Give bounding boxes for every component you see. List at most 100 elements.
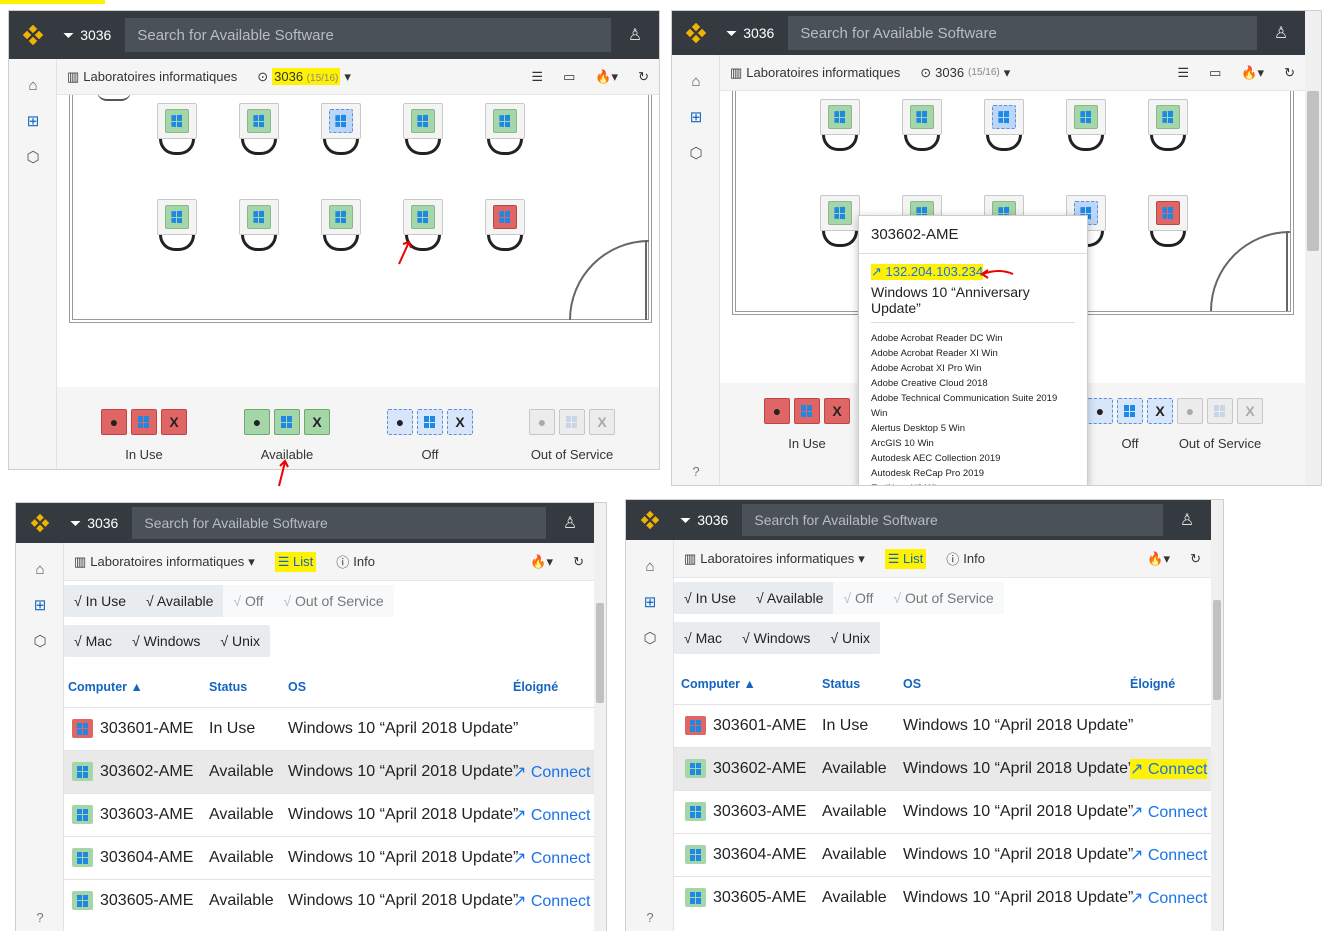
location-dropdown[interactable]: ⊙ 3036 (15/16) ▾ (247, 59, 361, 94)
search-input[interactable]: Search for Available Software (132, 507, 546, 539)
refresh-icon[interactable]: ↻ (628, 59, 659, 94)
list-tab[interactable]: ☰ List (875, 540, 937, 577)
computer-station[interactable] (1146, 99, 1190, 153)
os-filter-chip[interactable]: √ Mac (64, 625, 122, 657)
column-header-os[interactable]: OS (903, 677, 921, 691)
heat-dropdown[interactable]: 🔥▾ (1137, 540, 1180, 577)
toggle-icon[interactable]: ▭ (553, 59, 585, 94)
column-header-os[interactable]: OS (288, 680, 306, 694)
refresh-icon[interactable]: ↻ (1180, 540, 1211, 577)
filter-button[interactable]: ⏷ 3036 (720, 25, 788, 42)
table-row[interactable]: 303603-AME Available Windows 10 “April 201… (64, 793, 594, 836)
filter-button[interactable]: ⏷ 3036 (57, 27, 125, 44)
scrollbar[interactable] (1305, 55, 1321, 485)
column-header-status[interactable]: Status (822, 677, 860, 691)
status-filter-chip[interactable]: √ In Use (674, 582, 746, 614)
computer-station[interactable] (900, 99, 944, 153)
os-filter-chip[interactable]: √ Unix (210, 625, 270, 657)
list-view-icon[interactable]: ☰ (1167, 55, 1199, 90)
computer-station[interactable] (982, 99, 1026, 153)
home-icon[interactable]: ⌂ (626, 548, 674, 584)
connect-link[interactable]: ↗ Connect (1130, 845, 1207, 865)
info-tab[interactable]: ⓘ Info (936, 540, 995, 577)
logo-icon[interactable] (672, 23, 720, 43)
search-input[interactable]: Search for Available Software (742, 504, 1163, 536)
user-icon[interactable]: ♙ (1163, 510, 1211, 530)
scrollbar[interactable] (594, 503, 606, 931)
table-row[interactable]: 303602-AME Available Windows 10 “April 201… (674, 747, 1211, 790)
box-icon[interactable]: ⬡ (9, 139, 57, 175)
status-filter-chip[interactable]: √ In Use (64, 585, 136, 617)
breadcrumb[interactable]: ▥ Laboratoires informatiques (57, 59, 247, 94)
logo-icon[interactable] (9, 25, 57, 45)
filter-button[interactable]: ⏷ 3036 (674, 512, 742, 529)
heat-dropdown[interactable]: 🔥▾ (1231, 55, 1274, 90)
help-icon[interactable]: ? (672, 464, 720, 479)
column-header-computer[interactable]: Computer ▲ (681, 677, 756, 691)
computer-station[interactable] (237, 199, 281, 253)
computer-station[interactable] (319, 199, 363, 253)
connect-link[interactable]: ↗ Connect (513, 762, 590, 782)
software-item[interactable]: Adobe Creative Cloud 2018 (871, 376, 1075, 391)
software-item[interactable]: Adobe Acrobat Reader XI Win (871, 346, 1075, 361)
connect-link[interactable]: ↗ Connect (1130, 888, 1207, 908)
table-row[interactable]: 303605-AME Available Windows 10 “April 201… (674, 876, 1211, 919)
help-icon[interactable]: ? (626, 910, 674, 925)
logo-icon[interactable] (16, 514, 64, 532)
list-tab[interactable]: ☰ List (265, 543, 327, 580)
box-icon[interactable]: ⬡ (626, 620, 674, 656)
software-item[interactable]: Adobe Acrobat Reader DC Win (871, 331, 1075, 346)
computer-station[interactable] (1064, 99, 1108, 153)
logo-icon[interactable] (626, 511, 674, 529)
user-icon[interactable]: ♙ (611, 25, 659, 45)
table-row[interactable]: 303601-AME In Use Windows 10 “April 2018 U… (674, 704, 1211, 747)
computer-station[interactable] (1146, 195, 1190, 249)
column-header-computer[interactable]: Computer ▲ (68, 680, 143, 694)
computer-station[interactable] (483, 103, 527, 157)
table-row[interactable]: 303601-AME In Use Windows 10 “April 2018 U… (64, 707, 594, 750)
status-filter-chip[interactable]: √ Available (746, 582, 833, 614)
list-view-icon[interactable]: ☰ (521, 59, 553, 94)
heat-dropdown[interactable]: 🔥▾ (585, 59, 628, 94)
os-filter-chip[interactable]: √ Unix (820, 622, 880, 654)
software-item[interactable]: Autodesk AEC Collection 2019 (871, 451, 1075, 466)
software-item[interactable]: Alertus Desktop 5 Win (871, 421, 1075, 436)
breadcrumb-dropdown[interactable]: ▥ Laboratoires informatiques ▾ (674, 540, 875, 577)
toggle-icon[interactable]: ▭ (1199, 55, 1231, 90)
map-icon[interactable]: ⊞ (16, 587, 64, 623)
computer-station[interactable] (818, 99, 862, 153)
home-icon[interactable]: ⌂ (16, 551, 64, 587)
search-input[interactable]: Search for Available Software (788, 16, 1257, 50)
computer-station[interactable] (401, 103, 445, 157)
status-filter-chip[interactable]: √ Off (833, 582, 884, 614)
table-row[interactable]: 303604-AME Available Windows 10 “April 201… (64, 836, 594, 879)
connect-link[interactable]: ↗ Connect (513, 805, 590, 825)
scrollbar[interactable] (1211, 500, 1223, 931)
table-row[interactable]: 303602-AME Available Windows 10 “April 201… (64, 750, 594, 793)
box-icon[interactable]: ⬡ (16, 623, 64, 659)
map-icon[interactable]: ⊞ (672, 99, 720, 135)
connect-link[interactable]: ↗ Connect (1130, 759, 1208, 779)
breadcrumb-dropdown[interactable]: ▥ Laboratoires informatiques ▾ (64, 543, 265, 580)
os-filter-chip[interactable]: √ Windows (122, 625, 210, 657)
refresh-icon[interactable]: ↻ (563, 543, 594, 580)
os-filter-chip[interactable]: √ Windows (732, 622, 820, 654)
user-icon[interactable]: ♙ (546, 513, 594, 533)
search-input[interactable]: Search for Available Software (125, 18, 611, 52)
breadcrumb[interactable]: ▥ Laboratoires informatiques (720, 55, 910, 90)
computer-station[interactable] (483, 199, 527, 253)
refresh-icon[interactable]: ↻ (1274, 55, 1305, 90)
computer-station[interactable] (237, 103, 281, 157)
software-item[interactable]: Autodesk ReCap Pro 2019 (871, 466, 1075, 481)
computer-station[interactable] (155, 199, 199, 253)
os-filter-chip[interactable]: √ Mac (674, 622, 732, 654)
software-item[interactable]: Adobe Acrobat XI Pro Win (871, 361, 1075, 376)
column-header-remote[interactable]: Éloigné (513, 680, 558, 694)
info-tab[interactable]: ⓘ Info (326, 543, 385, 580)
software-item[interactable]: Adobe Technical Communication Suite 2019… (871, 391, 1075, 421)
status-filter-chip[interactable]: √ Out of Service (273, 585, 394, 617)
software-item[interactable]: EndNote X8 Win (871, 481, 1075, 485)
software-item[interactable]: ArcGIS 10 Win (871, 436, 1075, 451)
computer-station[interactable] (818, 195, 862, 249)
box-icon[interactable]: ⬡ (672, 135, 720, 171)
